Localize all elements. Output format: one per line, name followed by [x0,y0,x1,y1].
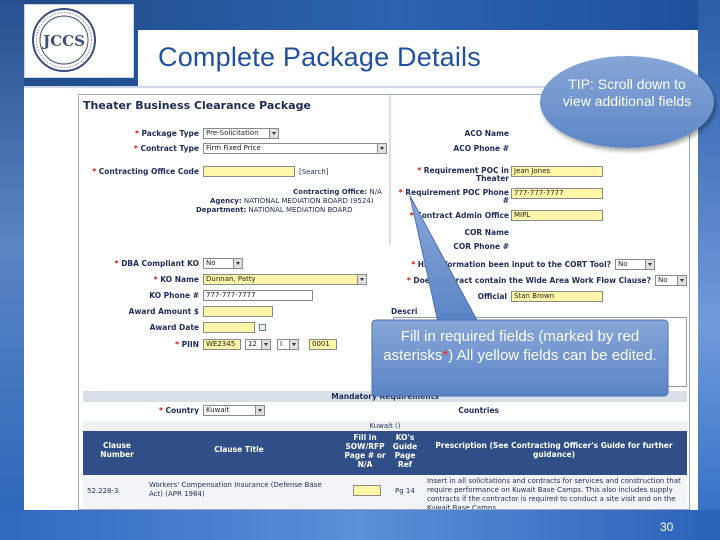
aco-name-label: ACO Name [464,129,509,138]
contract-admin-office-input[interactable]: MIPL [511,210,603,221]
contract-type-select[interactable]: Firm Fixed Price [203,143,387,154]
slide-title: Complete Package Details [158,42,481,72]
requirement-poc-phone-input[interactable]: 777-777-7777 [511,188,603,199]
search-link[interactable]: [Search] [299,168,329,176]
country-label: * Country [158,406,199,415]
th-clause-title: Clause Title [214,445,264,454]
jccs-seal-icon: JCCS [32,8,96,72]
calendar-icon[interactable] [259,324,266,331]
clause-title[interactable]: Workers' Compensation Insurance (Defense… [149,481,333,499]
chevron-down-icon [677,276,686,285]
official-input[interactable]: Stan Brown [511,291,603,302]
page-number: 30 [660,520,674,534]
ko-name-label: * KO Name [153,275,199,284]
chevron-down-icon [255,406,264,415]
prescription-text: Insert in all solicitations and contract… [427,477,681,510]
contract-admin-office-label: * Contract Admin Office [409,211,509,220]
th-ko-guide: KO's Guide Page Ref [392,433,418,469]
contracting-office-code-input[interactable] [203,166,295,177]
chevron-down-icon [289,340,298,349]
fill-callout-text: Fill in required fields (marked by red a… [383,328,657,364]
package-type-label: * Package Type [134,129,199,138]
form-screenshot: Theater Business Clearance Package * Pac… [78,94,690,510]
requirement-poc-input[interactable]: Jean Jones [511,166,603,177]
svg-text:JCCS: JCCS [41,32,85,50]
th-fill-in: Fill in SOW/RFP Page # or N/A [344,433,386,469]
ko-name-select[interactable]: Dunnan, Patty [203,274,367,285]
th-prescription: Prescription (See Contracting Officer's … [435,441,673,459]
chevron-down-icon [357,275,366,284]
piin-part4-input[interactable]: 0001 [309,339,337,350]
cort-tool-label: * Has information been input to the CORT… [411,260,611,269]
piin-part3-select[interactable]: I [277,339,299,350]
chevron-down-icon [645,260,654,269]
chevron-down-icon [233,259,242,268]
th-clause-number: Clause Number [100,441,134,459]
requirement-poc-label: * Requirement POC in Theater [417,166,509,183]
piin-label: * PIIN [175,340,199,349]
tip-callout-text: TIP: Scroll down to view additional fiel… [562,76,692,109]
clause-table-header: Clause Number Clause Title Fill in SOW/R… [83,431,687,475]
contracting-office-code-label: * Contracting Office Code [92,167,199,176]
wawf-label: * Does contract contain the Wide Area Wo… [406,276,651,285]
guide-page: Pg 14 [395,487,415,495]
ko-phone-input[interactable]: 777-777-7777 [203,290,313,301]
cor-name-label: COR Name [464,228,509,237]
agency-info: Agency: NATIONAL MEDIATION BOARD (9524) [210,197,374,205]
form-title: Theater Business Clearance Package [83,99,311,112]
wawf-select[interactable]: No [655,275,687,286]
chevron-down-icon [377,144,386,153]
award-date-input[interactable] [203,322,255,333]
department-info: Department: NATIONAL MEDIATION BOARD [196,206,353,214]
kuwait-strip: Kuwait () [83,421,687,431]
ko-phone-label: KO Phone # [149,291,199,300]
cort-tool-select[interactable]: No [615,259,655,270]
requirement-poc-phone-label: * Requirement POC Phone # [398,188,509,205]
table-row: 52.228-3 Workers' Compensation Insurance… [83,475,687,510]
fill-in-input[interactable] [353,485,381,496]
slide: JCCS Complete Package Details Theater Bu… [0,0,720,540]
description-label: Descri [391,307,418,316]
bottom-band [0,510,720,540]
mandatory-section-header: Mandatory Requirements [83,391,687,402]
countries-label: Countries [458,406,499,415]
logo-box: JCCS [24,4,134,78]
award-date-label: Award Date [149,323,199,332]
award-amount-input[interactable] [203,306,273,317]
clause-number: 52.228-3 [87,487,119,495]
cor-phone-label: COR Phone # [453,242,509,251]
contracting-office-info: Contracting Office: N/A [293,188,382,196]
official-label: Official [477,292,507,301]
piin-part2-select[interactable]: 12 [245,339,271,350]
left-band [0,0,24,540]
country-select[interactable]: Kuwait [203,405,265,416]
chevron-down-icon [261,340,270,349]
dba-compliant-label: * DBA Compliant KO [114,259,199,268]
aco-phone-label: ACO Phone # [453,144,509,153]
award-amount-label: Award Amount $ [128,307,199,316]
chevron-down-icon [269,129,278,138]
piin-part1-input[interactable]: WE2345 [203,339,241,350]
dba-compliant-select[interactable]: No [203,258,243,269]
package-type-select[interactable]: Pre-Solicitation [203,128,279,139]
contract-type-label: * Contract Type [133,144,199,153]
